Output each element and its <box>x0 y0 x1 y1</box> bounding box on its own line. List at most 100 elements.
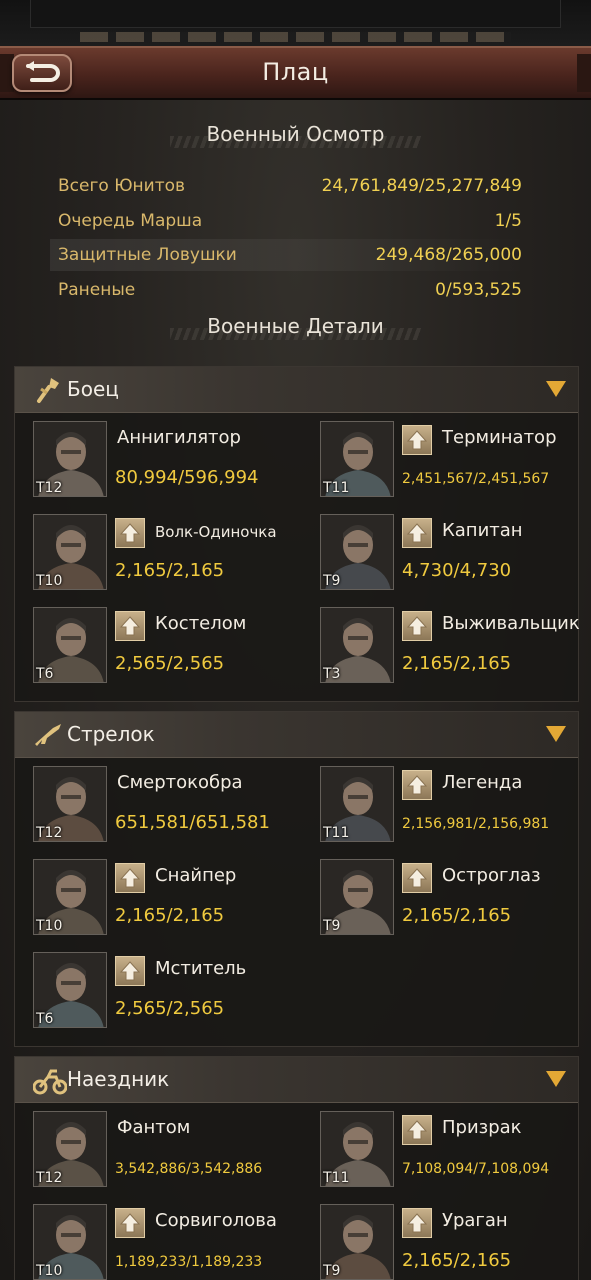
unit-name: Сорвиголова <box>155 1210 277 1231</box>
unit-card[interactable]: T9 Капитан 4,730/4,730 <box>320 514 590 594</box>
category-panel: Наездник T12 Фантом 3,542,886/3,542,886 T11 П… <box>14 1056 579 1280</box>
fist-icon <box>33 375 63 405</box>
upgrade-arrow-icon[interactable] <box>115 611 145 641</box>
unit-card[interactable]: T6 Мститель 2,565/2,565 <box>33 952 303 1032</box>
upgrade-arrow-icon[interactable] <box>402 611 432 641</box>
unit-name: Аннигилятор <box>117 427 241 448</box>
unit-portrait: T9 <box>320 1204 394 1280</box>
tier-badge: T6 <box>36 666 54 682</box>
category-panel: Боец T12 Аннигилятор 80,994/596,994 T11 Терми… <box>14 366 580 702</box>
unit-card[interactable]: T11 Призрак 7,108,094/7,108,094 <box>320 1111 590 1191</box>
unit-card[interactable]: T11 Легенда 2,156,981/2,156,981 <box>320 766 590 846</box>
category-label: Стрелок <box>67 722 155 746</box>
upgrade-arrow-icon[interactable] <box>402 518 432 548</box>
tier-badge: T10 <box>36 918 63 934</box>
unit-card[interactable]: T12 Смертокобра 651,581/651,581 <box>33 766 303 846</box>
tier-badge: T11 <box>323 1170 350 1186</box>
tier-badge: T12 <box>36 1170 63 1186</box>
upgrade-arrow-icon[interactable] <box>115 1208 145 1238</box>
unit-name: Ураган <box>442 1210 508 1231</box>
category-header[interactable]: Наездник <box>15 1057 578 1103</box>
unit-portrait: T12 <box>33 766 107 842</box>
tier-badge: T3 <box>323 666 341 682</box>
unit-card[interactable]: T6 Костелом 2,565/2,565 <box>33 607 303 687</box>
unit-card[interactable]: T9 Остроглаз 2,165/2,165 <box>320 859 590 939</box>
unit-portrait: T10 <box>33 514 107 590</box>
unit-card[interactable]: T10 Волк-Одиночка 2,165/2,165 <box>33 514 303 594</box>
collapse-toggle-icon[interactable] <box>546 1071 566 1087</box>
unit-card[interactable]: T9 Ураган 2,165/2,165 <box>320 1204 590 1280</box>
upgrade-arrow-icon[interactable] <box>115 956 145 986</box>
tier-badge: T11 <box>323 825 350 841</box>
unit-name: Призрак <box>442 1117 522 1138</box>
unit-count: 2,165/2,165 <box>115 905 225 926</box>
upgrade-arrow-icon[interactable] <box>115 863 145 893</box>
unit-portrait: T12 <box>33 1111 107 1187</box>
category-label: Боец <box>67 377 119 401</box>
motorcycle-icon <box>32 1065 68 1095</box>
unit-name: Костелом <box>155 613 247 634</box>
tier-badge: T11 <box>323 480 350 496</box>
unit-portrait: T6 <box>33 952 107 1028</box>
unit-card[interactable]: T12 Фантом 3,542,886/3,542,886 <box>33 1111 303 1191</box>
category-panel: Стрелок T12 Смертокобра 651,581/651,581 T11 Л… <box>14 711 579 1047</box>
unit-portrait: T9 <box>320 514 394 590</box>
unit-count: 2,565/2,565 <box>115 653 225 674</box>
unit-card[interactable]: T10 Сорвиголова 1,189,233/1,189,233 <box>33 1204 303 1280</box>
stat-value: 249,468/265,000 <box>375 245 522 265</box>
stat-label: Раненые <box>58 280 136 300</box>
upgrade-arrow-icon[interactable] <box>402 1208 432 1238</box>
upgrade-arrow-icon[interactable] <box>402 770 432 800</box>
unit-count: 2,165/2,165 <box>402 1250 512 1271</box>
tier-badge: T12 <box>36 480 63 496</box>
upgrade-arrow-icon[interactable] <box>115 518 145 548</box>
unit-portrait: T11 <box>320 421 394 497</box>
unit-count: 80,994/596,994 <box>115 467 259 488</box>
unit-card[interactable]: T11 Терминатор 2,451,567/2,451,567 <box>320 421 590 501</box>
unit-count: 2,451,567/2,451,567 <box>402 471 550 487</box>
category-label: Наездник <box>67 1067 170 1091</box>
unit-name: Снайпер <box>155 865 237 886</box>
unit-card[interactable]: T10 Снайпер 2,165/2,165 <box>33 859 303 939</box>
rifle-icon <box>33 720 63 750</box>
unit-card[interactable]: T3 Выживальщик 2,165/2,165 <box>320 607 590 687</box>
stat-label: Очередь Марша <box>58 211 203 231</box>
category-header[interactable]: Стрелок <box>15 712 578 758</box>
details-title: Военные Детали <box>0 314 591 344</box>
stat-row: Защитные Ловушки 249,468/265,000 <box>50 239 530 271</box>
category-header[interactable]: Боец <box>15 367 578 413</box>
stat-value: 1/5 <box>494 211 522 231</box>
unit-portrait: T12 <box>33 421 107 497</box>
tier-badge: T9 <box>323 918 341 934</box>
unit-portrait: T11 <box>320 1111 394 1187</box>
tier-badge: T6 <box>36 1011 54 1027</box>
collapse-toggle-icon[interactable] <box>546 381 566 397</box>
unit-card[interactable]: T12 Аннигилятор 80,994/596,994 <box>33 421 303 501</box>
unit-name: Мститель <box>155 958 247 979</box>
unit-count: 7,108,094/7,108,094 <box>402 1161 550 1177</box>
unit-name: Остроглаз <box>442 865 541 886</box>
header-bar: Плац <box>0 46 591 100</box>
tier-badge: T10 <box>36 1263 63 1279</box>
unit-name: Фантом <box>117 1117 191 1138</box>
tier-badge: T9 <box>323 1263 341 1279</box>
unit-count: 2,156,981/2,156,981 <box>402 816 550 832</box>
unit-name: Терминатор <box>442 427 557 448</box>
inspection-title-text: Военный Осмотр <box>206 122 385 146</box>
stat-value: 24,761,849/25,277,849 <box>321 176 522 196</box>
unit-count: 2,165/2,165 <box>115 560 225 581</box>
unit-count: 651,581/651,581 <box>115 812 270 833</box>
unit-count: 3,542,886/3,542,886 <box>115 1161 263 1177</box>
inspection-title: Военный Осмотр <box>0 122 591 152</box>
upgrade-arrow-icon[interactable] <box>402 863 432 893</box>
stat-row: Очередь Марша 1/5 <box>50 205 530 237</box>
unit-count: 2,165/2,165 <box>402 653 512 674</box>
upgrade-arrow-icon[interactable] <box>402 425 432 455</box>
collapse-toggle-icon[interactable] <box>546 726 566 742</box>
unit-name: Легенда <box>442 772 523 793</box>
unit-name: Волк-Одиночка <box>155 523 277 541</box>
unit-count: 4,730/4,730 <box>402 560 512 581</box>
unit-name: Выживальщик <box>442 613 580 634</box>
unit-portrait: T9 <box>320 859 394 935</box>
upgrade-arrow-icon[interactable] <box>402 1115 432 1145</box>
